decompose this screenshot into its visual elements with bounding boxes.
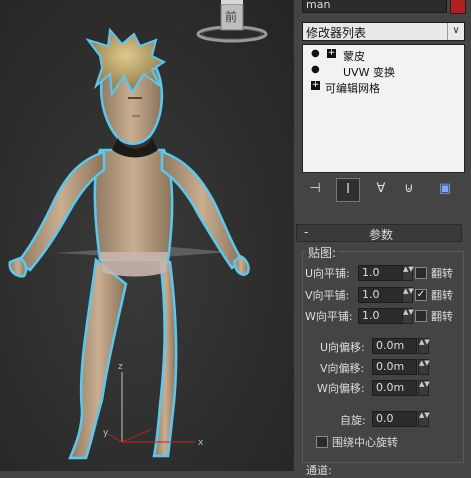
u-offset-input[interactable]: 0.0m (372, 338, 417, 354)
object-color-swatch[interactable] (450, 0, 466, 14)
v-tile-spinner[interactable]: ▲▼ (402, 287, 414, 303)
v-flip-label: 翻转 (431, 289, 453, 302)
u-tile-value: 1.0 (362, 266, 380, 279)
u-flip-checkbox[interactable] (415, 267, 427, 279)
rollout-title: 参数 (369, 228, 394, 242)
show-end-result-icon[interactable]: I (336, 178, 360, 202)
rotation-spinner[interactable]: ▲▼ (418, 411, 430, 427)
mapping-group-label: 贴图: (306, 244, 339, 261)
w-tile-value: 1.0 (362, 309, 380, 322)
v-tile-input[interactable]: 1.0 (358, 287, 403, 303)
v-offset-value: 0.0m (376, 360, 405, 373)
stack-item-label: 蒙皮 (343, 50, 365, 63)
w-tile-input[interactable]: 1.0 (358, 308, 403, 324)
stack-item-label: 可编辑网格 (325, 82, 380, 95)
modifier-stack[interactable]: ● + 蒙皮 ● UVW 变换 + 可编辑网格 (302, 44, 465, 173)
axis-z-label: z (118, 362, 123, 372)
lightbulb-icon[interactable]: ● (311, 48, 320, 59)
w-tile-label: W向平铺: (305, 310, 353, 323)
u-tile-input[interactable]: 1.0 (358, 265, 403, 281)
rotation-label: 自旋: (340, 414, 366, 427)
u-tile-spinner[interactable]: ▲▼ (402, 265, 414, 281)
configure-modifier-sets-icon[interactable]: ▣ (434, 178, 456, 200)
expand-icon[interactable]: + (311, 81, 320, 90)
object-name-text: man (306, 0, 331, 11)
stack-item-label: UVW 变换 (343, 66, 395, 79)
w-offset-label: W向偏移: (317, 382, 365, 395)
make-unique-icon[interactable]: ∀ (370, 178, 392, 200)
modifier-list-dropdown[interactable]: 修改器列表 ∨ (302, 22, 465, 41)
rotate-about-center-label: 围绕中心旋转 (332, 436, 398, 449)
object-name-field[interactable]: man (302, 0, 447, 13)
rollout-collapse-icon: - (304, 225, 309, 239)
mapping-group (302, 251, 464, 463)
v-offset-label: V向偏移: (320, 362, 365, 375)
channel-group-label: 通道: (306, 464, 332, 477)
w-offset-value: 0.0m (376, 381, 405, 394)
v-flip-checkbox[interactable]: ✓ (415, 289, 427, 301)
w-flip-checkbox[interactable] (415, 310, 427, 322)
viewport[interactable]: 前 z y x (0, 0, 293, 471)
v-offset-spinner[interactable]: ▲▼ (418, 359, 430, 375)
v-tile-value: 1.0 (362, 288, 380, 301)
axis-gizmo-icon (107, 372, 195, 443)
stack-item-editable-mesh[interactable]: + 可编辑网格 (303, 80, 464, 95)
w-tile-spinner[interactable]: ▲▼ (402, 308, 414, 324)
u-offset-label: U向偏移: (320, 341, 365, 354)
u-tile-label: U向平铺: (305, 267, 350, 280)
stack-item-skin[interactable]: ● + 蒙皮 (303, 48, 464, 63)
axis-x-label: x (198, 438, 204, 448)
w-flip-label: 翻转 (431, 310, 453, 323)
chevron-down-icon: ∨ (447, 23, 464, 40)
rollout-header[interactable]: - 参数 (296, 224, 462, 242)
w-offset-input[interactable]: 0.0m (372, 380, 417, 396)
pin-stack-icon[interactable]: ⊣ (304, 178, 326, 200)
w-offset-spinner[interactable]: ▲▼ (418, 380, 430, 396)
rotation-value: 0.0 (376, 412, 394, 425)
u-flip-label: 翻转 (431, 267, 453, 280)
u-offset-value: 0.0m (376, 339, 405, 352)
u-offset-spinner[interactable]: ▲▼ (418, 338, 430, 354)
rotate-about-center-checkbox[interactable] (316, 436, 328, 448)
remove-modifier-icon[interactable]: ⊍ (398, 178, 420, 200)
stack-item-uvw-xform[interactable]: ● UVW 变换 (303, 64, 464, 79)
expand-icon[interactable]: + (327, 49, 336, 58)
lightbulb-icon[interactable]: ● (311, 64, 320, 75)
v-offset-input[interactable]: 0.0m (372, 359, 417, 375)
rotation-input[interactable]: 0.0 (372, 411, 417, 427)
command-panel: man 修改器列表 ∨ ● + 蒙皮 ● UVW 变换 + 可编辑网格 ⊣ I … (293, 0, 471, 477)
v-tile-label: V向平铺: (305, 289, 350, 302)
axis-y-label: y (103, 428, 109, 438)
modifier-list-label: 修改器列表 (306, 26, 367, 40)
